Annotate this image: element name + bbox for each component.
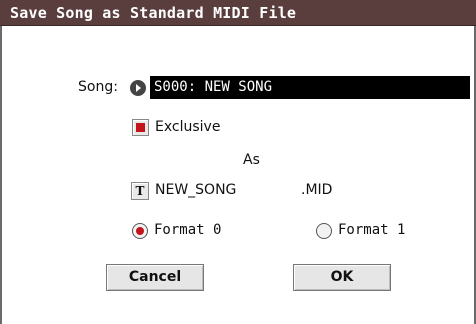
format0-label: Format 0	[154, 222, 222, 238]
exclusive-checkbox[interactable]	[132, 119, 149, 136]
play-arrow-icon	[136, 84, 141, 92]
right-arrow-circle-icon[interactable]	[130, 80, 146, 96]
dialog-title: Save Song as Standard MIDI File	[0, 0, 476, 26]
save-smf-dialog: Save Song as Standard MIDI File Song: S0…	[0, 0, 476, 324]
exclusive-label: Exclusive	[155, 119, 221, 135]
filename-field: NEW_SONG	[155, 182, 237, 198]
file-extension: .MID	[301, 182, 333, 198]
format1-label: Format 1	[338, 222, 406, 238]
as-label: As	[243, 152, 260, 168]
dialog-left-border	[0, 26, 2, 324]
format1-radio[interactable]	[316, 223, 332, 239]
song-select-field[interactable]: S000: NEW SONG	[150, 76, 470, 99]
format0-radio[interactable]	[132, 223, 148, 239]
song-label: Song:	[78, 79, 118, 95]
checkbox-check-mark	[136, 123, 145, 132]
text-edit-icon[interactable]: T	[131, 182, 149, 200]
ok-button[interactable]: OK	[293, 264, 391, 291]
radio-selected-dot	[136, 227, 144, 235]
cancel-button[interactable]: Cancel	[106, 264, 204, 291]
